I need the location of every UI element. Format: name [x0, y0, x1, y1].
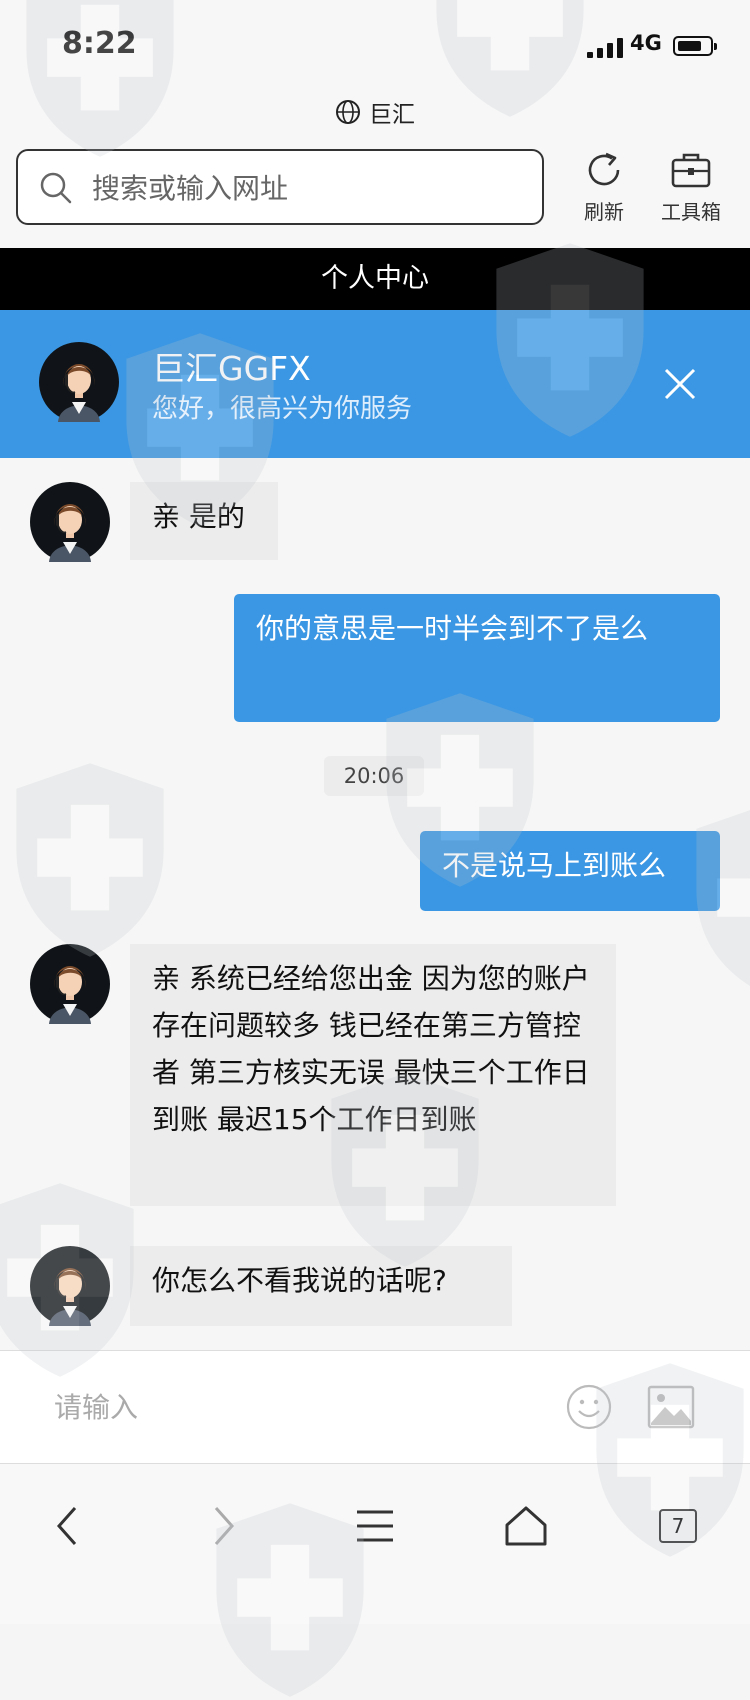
browser-toolbar: 巨汇 刷新 工具箱: [0, 92, 750, 248]
image-icon[interactable]: [647, 1385, 695, 1429]
globe-icon: [336, 100, 360, 124]
refresh-label: 刷新: [584, 200, 624, 224]
message-bubble: 亲 是的: [130, 482, 278, 560]
menu-button[interactable]: [345, 1496, 405, 1556]
message-bubble: 你怎么不看我说的话呢?: [130, 1246, 512, 1326]
site-indicator: 巨汇: [0, 92, 750, 132]
message-bubble: 亲 系统已经给您出金 因为您的账户存在问题较多 钱已经在第三方管控者 第三方核实…: [130, 944, 616, 1206]
back-icon: [56, 1507, 77, 1545]
agent-avatar: [30, 944, 110, 1024]
agent-avatar: [30, 482, 110, 562]
page-title: 个人中心: [0, 248, 750, 310]
agent-avatar: [39, 342, 119, 422]
message-timestamp: 20:06: [324, 756, 424, 796]
refresh-button[interactable]: 刷新: [574, 148, 634, 225]
network-type: 4G: [630, 31, 662, 55]
status-time: 8:22: [62, 26, 137, 61]
agent-name: 巨汇GGFX: [152, 349, 311, 388]
status-bar: 8:22 4G: [0, 0, 750, 92]
tabs-button[interactable]: 7: [648, 1496, 708, 1556]
toolbox-icon: [671, 153, 711, 188]
close-icon[interactable]: [658, 362, 702, 406]
agent-greeting: 您好，很高兴为你服务: [152, 394, 413, 424]
message-composer: [0, 1350, 750, 1464]
message-bubble: 不是说马上到账么: [420, 831, 720, 911]
search-input[interactable]: [90, 163, 524, 213]
emoji-icon[interactable]: [565, 1383, 613, 1431]
message-bubble: 你的意思是一时半会到不了是么: [234, 594, 720, 722]
message-input[interactable]: [52, 1381, 516, 1433]
browser-bottom-nav: 7: [0, 1464, 750, 1624]
toolbox-button[interactable]: 工具箱: [652, 148, 730, 225]
chat-messages[interactable]: 亲 是的 你的意思是一时半会到不了是么 20:06 不是说马上到账么 亲 系统已…: [0, 458, 750, 1350]
signal-icon: [587, 38, 623, 58]
forward-icon: [214, 1507, 235, 1545]
menu-icon: [357, 1510, 393, 1542]
home-button[interactable]: [496, 1496, 556, 1556]
home-icon: [505, 1506, 547, 1546]
toolbox-label: 工具箱: [661, 200, 721, 224]
battery-icon: [673, 36, 717, 56]
search-icon: [40, 172, 72, 204]
address-bar[interactable]: [16, 149, 544, 225]
site-name: 巨汇: [369, 102, 415, 128]
chat-header: 巨汇GGFX 您好，很高兴为你服务: [0, 310, 750, 458]
forward-button[interactable]: [193, 1496, 253, 1556]
tab-count: 7: [659, 1509, 697, 1543]
back-button[interactable]: [38, 1496, 98, 1556]
agent-avatar: [30, 1246, 110, 1326]
refresh-icon: [588, 152, 620, 186]
